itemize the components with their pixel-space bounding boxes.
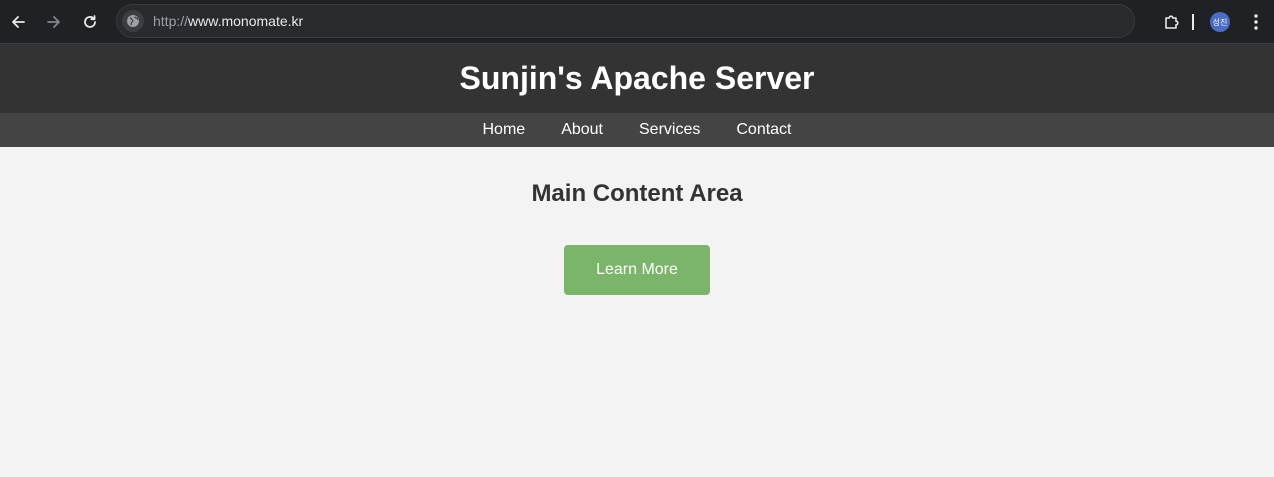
site-nav: Home About Services Contact	[0, 113, 1274, 147]
extensions-puzzle-icon	[1165, 15, 1179, 29]
learn-more-button[interactable]: Learn More	[564, 245, 710, 295]
reload-button[interactable]	[72, 0, 108, 44]
forward-button[interactable]	[36, 0, 72, 44]
address-bar[interactable]: http://www.monomate.kr	[116, 4, 1135, 38]
toolbar-separator	[1192, 14, 1194, 30]
back-arrow-icon	[12, 15, 25, 28]
nav-link-services[interactable]: Services	[639, 121, 700, 139]
site-header: Sunjin's Apache Server	[0, 44, 1274, 113]
url-text: http://www.monomate.kr	[153, 13, 303, 29]
main-content: Main Content Area Learn More	[0, 147, 1274, 295]
site-info-button[interactable]	[122, 10, 144, 32]
extensions-button[interactable]	[1154, 0, 1190, 44]
nav-link-about[interactable]: About	[561, 121, 603, 139]
toolbar-right: 성진	[1154, 0, 1274, 44]
menu-button[interactable]	[1238, 0, 1274, 44]
browser-toolbar: http://www.monomate.kr 성진	[0, 0, 1274, 44]
url-host: www.monomate.kr	[188, 13, 304, 29]
more-vert-icon	[1254, 14, 1258, 30]
profile-avatar: 성진	[1210, 12, 1230, 32]
globe-icon	[127, 15, 139, 27]
back-button[interactable]	[0, 0, 36, 44]
main-heading: Main Content Area	[531, 180, 743, 207]
url-scheme: http://	[153, 13, 189, 29]
nav-link-home[interactable]: Home	[483, 121, 526, 139]
forward-arrow-icon	[47, 15, 60, 28]
site-title: Sunjin's Apache Server	[459, 60, 815, 96]
nav-link-contact[interactable]: Contact	[736, 121, 791, 139]
profile-button[interactable]: 성진	[1202, 0, 1238, 44]
reload-icon	[84, 14, 96, 28]
